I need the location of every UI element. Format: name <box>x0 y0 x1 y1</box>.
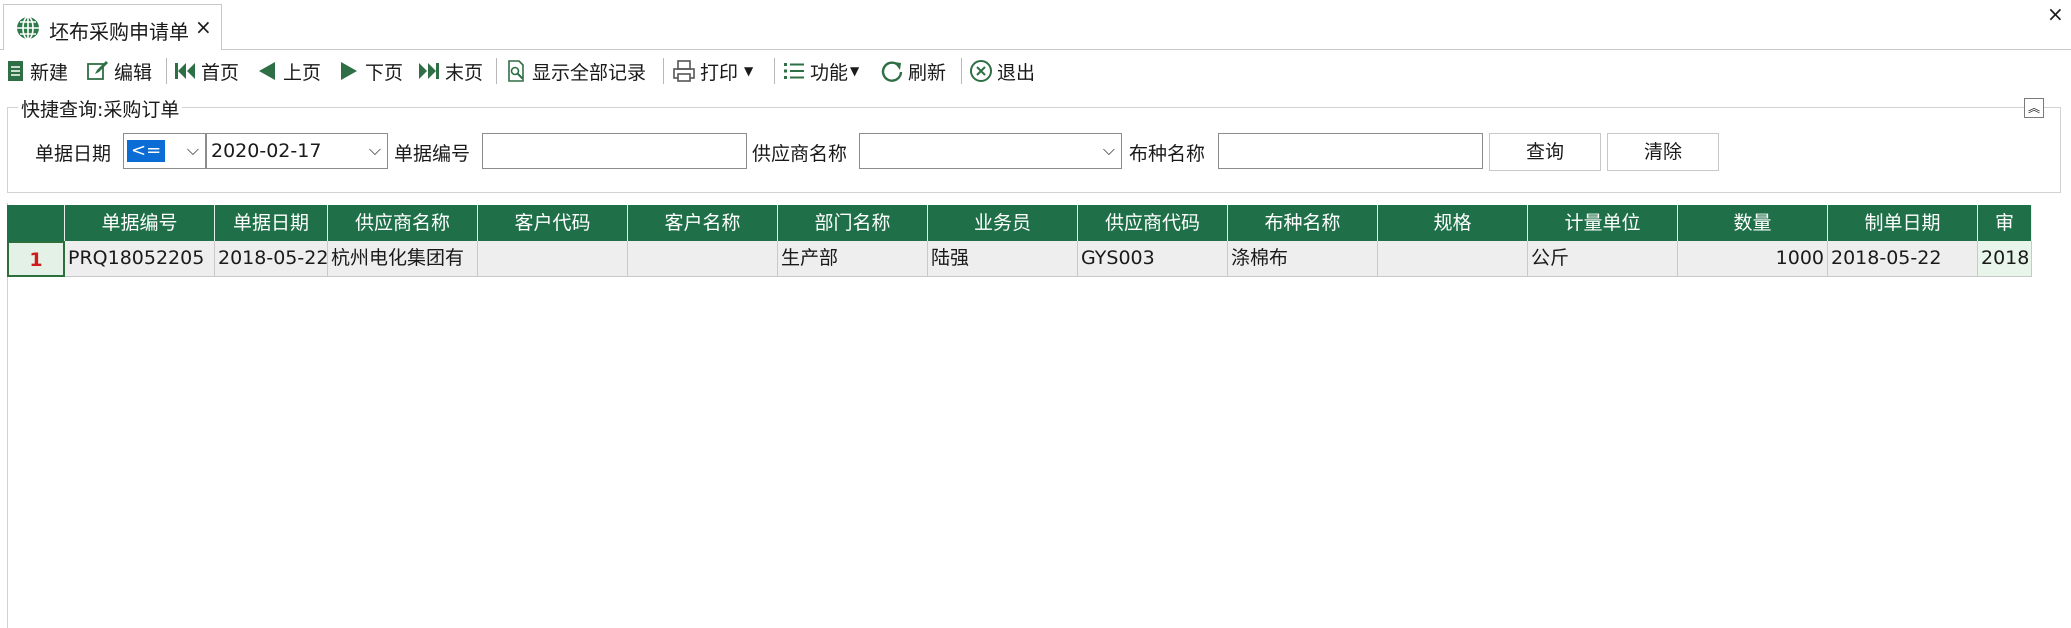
column-header-fabric-name[interactable]: 布种名称 <box>1228 205 1378 241</box>
cell-doc-no[interactable]: PRQ18052205 <box>65 241 215 277</box>
last-page-icon <box>419 63 439 79</box>
chevron-down-icon: ▼ <box>850 64 860 78</box>
exit-button[interactable]: 退出 <box>969 54 1035 88</box>
cell-supplier-name[interactable]: 杭州电化集团有 <box>328 241 478 277</box>
prev-page-button[interactable]: 上页 <box>255 54 321 88</box>
refresh-button[interactable]: 刷新 <box>880 54 946 88</box>
cell-unit[interactable]: 公斤 <box>1528 241 1678 277</box>
new-button[interactable]: 新建 <box>6 54 68 88</box>
prev-page-label: 上页 <box>283 61 322 84</box>
next-page-button[interactable]: 下页 <box>337 54 403 88</box>
print-button-label: 打印 <box>700 61 739 84</box>
column-header-supplier-code[interactable]: 供应商代码 <box>1078 205 1228 241</box>
toolbar: 新建 编辑 首页 上页 下页 末页 显示全部记录 打印 ▼ 功能 ▼ 刷新 退出 <box>0 52 2071 90</box>
column-header-customer-code[interactable]: 客户代码 <box>478 205 628 241</box>
show-all-records-label: 显示全部记录 <box>532 61 647 84</box>
next-page-label: 下页 <box>365 61 404 84</box>
toolbar-separator <box>961 58 962 84</box>
list-icon <box>784 63 804 79</box>
new-button-label: 新建 <box>30 61 69 84</box>
doc-no-label: 单据编号 <box>394 143 471 165</box>
date-picker[interactable]: 2020-02-17 ⌵ <box>206 133 388 169</box>
fabric-label: 布种名称 <box>1129 143 1206 165</box>
date-operator-value: <= <box>127 140 166 162</box>
doc-no-input[interactable] <box>482 133 747 169</box>
cell-customer-name[interactable] <box>628 241 778 277</box>
tab-strip-divider <box>0 49 2071 50</box>
column-header-unit[interactable]: 计量单位 <box>1528 205 1678 241</box>
print-button[interactable]: 打印 ▼ <box>672 54 753 88</box>
collapse-panel-icon[interactable]: ︽ <box>2024 98 2044 118</box>
globe-icon <box>17 16 39 40</box>
chevron-down-icon: ⌵ <box>368 140 381 159</box>
exit-icon <box>970 60 992 82</box>
exit-button-label: 退出 <box>997 61 1036 84</box>
column-header-customer-name[interactable]: 客户名称 <box>628 205 778 241</box>
cell-fabric-name[interactable]: 涤棉布 <box>1228 241 1378 277</box>
last-page-button[interactable]: 末页 <box>417 54 483 88</box>
toolbar-separator <box>774 58 775 84</box>
column-header-row-number[interactable] <box>7 205 65 241</box>
grid-header: 单据编号 单据日期 供应商名称 客户代码 客户名称 部门名称 业务员 供应商代码 布种名称 规格计… <box>7 205 2032 241</box>
tab-close-icon[interactable]: × <box>195 15 212 39</box>
refresh-button-label: 刷新 <box>908 61 947 84</box>
cell-doc-date[interactable]: 2018-05-22 <box>215 241 328 277</box>
first-page-icon <box>175 63 195 79</box>
cell-supplier-code[interactable]: GYS003 <box>1078 241 1228 277</box>
chevron-down-icon: ⌵ <box>1102 140 1115 159</box>
column-header-spec[interactable]: 规格 <box>1378 205 1528 241</box>
chevron-down-icon: ▼ <box>744 64 754 78</box>
last-page-label: 末页 <box>445 61 484 84</box>
column-header-doc-date[interactable]: 单据日期 <box>215 205 328 241</box>
first-page-label: 首页 <box>201 61 240 84</box>
new-document-icon <box>8 61 23 81</box>
functions-menu-button[interactable]: 功能 ▼ <box>782 54 859 88</box>
tab-strip: 坯布采购申请单 × × <box>0 0 2071 50</box>
cell-audit[interactable]: 2018 <box>1978 241 2032 277</box>
first-page-button[interactable]: 首页 <box>173 54 239 88</box>
toolbar-separator <box>663 58 664 84</box>
clear-button[interactable]: 清除 <box>1607 133 1719 171</box>
row-number-cell[interactable]: 1 <box>7 241 65 277</box>
cell-spec[interactable] <box>1378 241 1528 277</box>
fabric-input[interactable] <box>1218 133 1483 169</box>
date-operator-select[interactable]: <= ⌵ <box>123 133 206 169</box>
date-picker-value: 2020-02-17 <box>211 140 322 162</box>
column-header-doc-no[interactable]: 单据编号 <box>65 205 215 241</box>
cell-salesperson[interactable]: 陆强 <box>928 241 1078 277</box>
prev-page-icon <box>259 62 275 80</box>
search-button[interactable]: 查询 <box>1489 133 1601 171</box>
toolbar-separator <box>496 58 497 84</box>
tab-fabric-purchase-request[interactable]: 坯布采购申请单 × <box>3 4 222 50</box>
column-header-quantity[interactable]: 数量 <box>1678 205 1828 241</box>
cell-customer-code[interactable] <box>478 241 628 277</box>
refresh-icon <box>881 61 903 82</box>
column-header-audit[interactable]: 审 <box>1978 205 2032 241</box>
edit-button[interactable]: 编辑 <box>86 54 152 88</box>
functions-menu-label: 功能 <box>810 61 849 84</box>
column-header-salesperson[interactable]: 业务员 <box>928 205 1078 241</box>
column-header-created-date[interactable]: 制单日期 <box>1828 205 1978 241</box>
column-header-department[interactable]: 部门名称 <box>778 205 928 241</box>
window-close-icon[interactable]: × <box>2047 2 2064 26</box>
column-header-supplier-name[interactable]: 供应商名称 <box>328 205 478 241</box>
cell-created-date[interactable]: 2018-05-22 <box>1828 241 1978 277</box>
chevron-down-icon: ⌵ <box>186 140 199 159</box>
next-page-icon <box>341 62 357 80</box>
cell-department[interactable]: 生产部 <box>778 241 928 277</box>
date-label: 单据日期 <box>35 143 112 165</box>
toolbar-separator <box>166 58 167 84</box>
show-all-records-button[interactable]: 显示全部记录 <box>506 54 646 88</box>
printer-icon <box>673 60 695 82</box>
search-document-icon <box>508 60 524 82</box>
table-row[interactable]: 1 PRQ18052205 2018-05-22 杭州电化集团有 生产部 陆强 GYS003… <box>7 241 2032 277</box>
edit-icon <box>87 61 108 80</box>
cell-quantity[interactable]: 1000 <box>1678 241 1828 277</box>
supplier-label: 供应商名称 <box>752 143 848 165</box>
quick-query-legend: 快捷查询:采购订单 <box>18 95 183 122</box>
edit-button-label: 编辑 <box>114 61 153 84</box>
tab-title: 坯布采购申请单 <box>49 20 189 44</box>
supplier-select[interactable]: ⌵ <box>859 133 1122 169</box>
